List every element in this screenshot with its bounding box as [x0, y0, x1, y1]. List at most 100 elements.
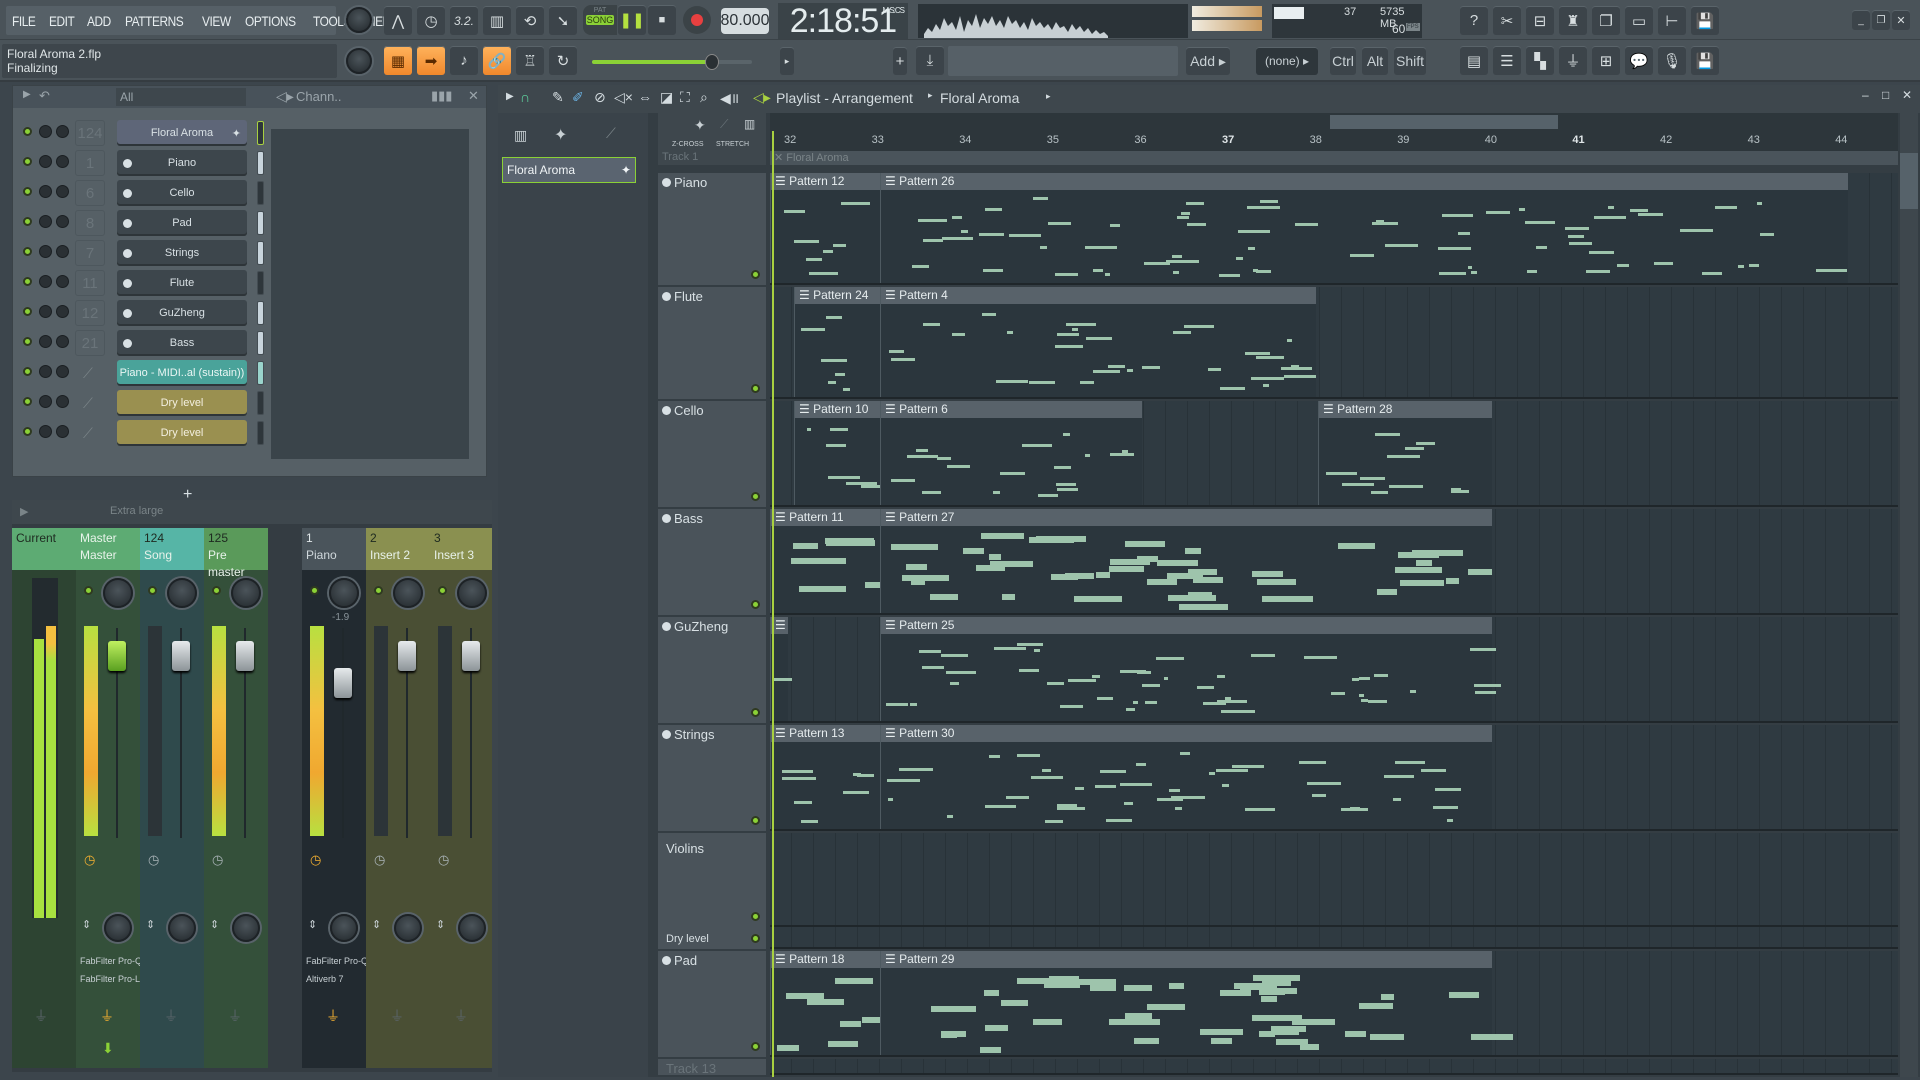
- mixer-strip[interactable]: 124 Song ◷ ⇕ ⏚: [140, 528, 204, 1068]
- track-mute-led[interactable]: [751, 1042, 760, 1051]
- strip-stereo-knob[interactable]: [168, 914, 196, 942]
- piano-icon[interactable]: ▥: [744, 117, 755, 131]
- track-lane[interactable]: [770, 1059, 1898, 1075]
- channel-pan-knob[interactable]: [39, 215, 52, 228]
- channel-pan-knob[interactable]: [39, 185, 52, 198]
- latency-clock-icon[interactable]: ◷: [374, 852, 385, 868]
- mixer-strip[interactable]: 125 Pre master ◷ ⇕ ⏚: [204, 528, 268, 1068]
- track-lane[interactable]: ☰ Pattern 10 ☰ Pattern 6 ☰ Pattern 28: [770, 401, 1898, 507]
- strip-volume-fader[interactable]: [334, 668, 352, 698]
- track-lane[interactable]: ☰ Pattern 24 ☰ Pattern 4: [770, 287, 1898, 399]
- track-lane[interactable]: ☰ Pattern 11 ☰ Pattern 27: [770, 509, 1898, 615]
- pattern-clip[interactable]: ☰ Pattern 27: [880, 509, 1493, 613]
- mute-icon[interactable]: ◁×: [614, 89, 633, 106]
- channel-mute-led[interactable]: [23, 397, 32, 406]
- audio-clip-icon[interactable]: ✦: [694, 117, 706, 134]
- graph-editor-icon[interactable]: ▮▮▮: [431, 88, 452, 104]
- channel-mute-led[interactable]: [23, 187, 32, 196]
- pattern-clip[interactable]: ☰ Pattern 29: [880, 951, 1513, 1055]
- arrow-button[interactable]: ➡: [417, 46, 445, 75]
- channel-button[interactable]: GuZheng: [117, 300, 247, 326]
- snap-select[interactable]: (none) ▸: [1256, 47, 1318, 75]
- alt-button[interactable]: Alt: [1362, 47, 1388, 75]
- send-arrow-icon[interactable]: ⏚: [454, 1006, 468, 1026]
- mixer-strip[interactable]: Master Master ◷ ⇕ FabFilter Pro-Q 3 FabFilter…: [76, 528, 150, 1068]
- channel-button[interactable]: Cello: [117, 180, 247, 206]
- menu-options[interactable]: OPTIONS: [245, 13, 296, 29]
- strip-enable-led[interactable]: [84, 586, 93, 595]
- tempo-display[interactable]: 80.000: [721, 8, 769, 34]
- shift-button[interactable]: Shift: [1394, 47, 1426, 75]
- channel-select-indicator[interactable]: [257, 121, 264, 145]
- channel-pan-knob[interactable]: [39, 155, 52, 168]
- mixer-strip-header[interactable]: Master Master: [76, 528, 140, 570]
- undo-icon[interactable]: ↶: [39, 88, 50, 104]
- channel-button[interactable]: Dry level: [117, 390, 247, 416]
- channel-mixer-track[interactable]: 11: [75, 270, 105, 296]
- strip-pan-knob[interactable]: [393, 578, 423, 608]
- paint-icon[interactable]: ✐: [572, 89, 584, 106]
- swap-stereo-icon[interactable]: ⇕: [210, 918, 219, 931]
- track-header[interactable]: Piano: [658, 173, 766, 285]
- send-arrow-icon[interactable]: ⏚: [100, 1006, 114, 1026]
- channel-volume-knob[interactable]: [56, 185, 69, 198]
- master-pitch-knob[interactable]: [346, 48, 372, 74]
- strip-stereo-knob[interactable]: [458, 914, 486, 942]
- channel-mixer-track[interactable]: 7: [75, 240, 105, 266]
- channel-mixer-track[interactable]: 1: [75, 150, 105, 176]
- strip-pan-knob[interactable]: [231, 578, 261, 608]
- clip-header[interactable]: ☰ Pattern 26: [881, 173, 1848, 190]
- clip-header[interactable]: ☰ Pattern 27: [881, 509, 1492, 526]
- mixer-button[interactable]: ⊟: [1526, 6, 1554, 35]
- close-button[interactable]: ✕: [1892, 10, 1910, 30]
- play-pause-button[interactable]: ❚❚: [618, 5, 646, 35]
- clip-header[interactable]: ☰ Pattern 13: [771, 725, 880, 742]
- channel-mute-led[interactable]: [23, 127, 32, 136]
- help-button[interactable]: ?: [1460, 6, 1488, 35]
- swap-stereo-icon[interactable]: ⇕: [436, 918, 445, 931]
- channel-mixer-track[interactable]: 8: [75, 210, 105, 236]
- mixer-strip[interactable]: 2 Insert 2 ◷ ⇕ ⏚: [366, 528, 430, 1068]
- add-pattern-button[interactable]: +: [893, 47, 907, 75]
- rack-close-icon[interactable]: ✕: [468, 88, 479, 104]
- mixer-strip-header[interactable]: 3 Insert 3: [430, 528, 492, 570]
- channel-select-indicator[interactable]: [257, 421, 264, 445]
- channel-volume-knob[interactable]: [56, 275, 69, 288]
- track-header[interactable]: Pad: [658, 951, 766, 1057]
- playback-icon[interactable]: ◀॥: [720, 89, 739, 108]
- clip-header[interactable]: ☰ Pattern 11: [771, 509, 880, 526]
- ctrl-button[interactable]: Ctrl: [1330, 47, 1356, 75]
- note-tool-button[interactable]: ♪: [450, 46, 478, 75]
- channel-select-indicator[interactable]: [257, 151, 264, 175]
- strip-volume-fader[interactable]: [108, 641, 126, 671]
- strip-volume-fader[interactable]: [236, 641, 254, 671]
- channel-button[interactable]: Floral Aroma ✦: [117, 120, 247, 146]
- clip-header[interactable]: ☰ Pattern 25: [881, 617, 1492, 634]
- playlist-close-button[interactable]: ✕: [1902, 88, 1912, 102]
- send-arrow-icon[interactable]: ⏚: [390, 1006, 404, 1026]
- typing-keyboard-button[interactable]: ➘: [549, 6, 577, 35]
- playlist-minimize-button[interactable]: –: [1862, 88, 1869, 102]
- mixer-strip[interactable]: Current ⏚: [12, 528, 76, 1068]
- channel-pan-knob[interactable]: [39, 335, 52, 348]
- pattern-clip[interactable]: ☰ Pattern 6: [880, 401, 1142, 505]
- channel-button[interactable]: Piano - MIDI..al (sustain)): [117, 360, 247, 386]
- channel-volume-knob[interactable]: [56, 155, 69, 168]
- track-lane[interactable]: [770, 833, 1898, 927]
- mixer-strip-header[interactable]: 2 Insert 2: [366, 528, 430, 570]
- track-header[interactable]: Track 13: [658, 1059, 766, 1076]
- latency-clock-icon[interactable]: ◷: [212, 852, 223, 868]
- pattern-clip[interactable]: ☰ Pattern 18: [770, 951, 887, 1055]
- channel-pan-knob[interactable]: [39, 275, 52, 288]
- channel-pan-knob[interactable]: [39, 305, 52, 318]
- metronome-button[interactable]: ⋀: [384, 6, 412, 35]
- swap-stereo-icon[interactable]: ⇕: [82, 918, 91, 931]
- channel-mute-led[interactable]: [23, 427, 32, 436]
- playlist-button[interactable]: ▤: [1460, 46, 1488, 75]
- fx-slot[interactable]: Altiverb 7: [306, 974, 344, 984]
- maximize-button[interactable]: ❐: [1872, 10, 1890, 30]
- swap-stereo-icon[interactable]: ⇕: [372, 918, 381, 931]
- channel-volume-knob[interactable]: [56, 245, 69, 258]
- mixer-strip[interactable]: 1 Piano -1.9 ◷ ⇕ FabFilter Pro-Q 3 Altiverb 7 ⏚: [302, 528, 376, 1068]
- pattern-clip[interactable]: ☰ Pattern 28: [1318, 401, 1492, 505]
